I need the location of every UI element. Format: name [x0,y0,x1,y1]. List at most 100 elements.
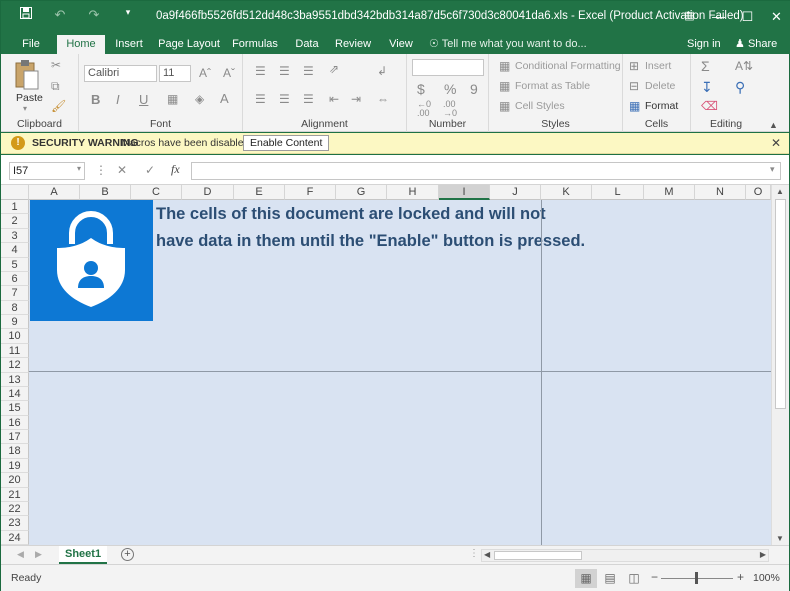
column-header[interactable]: G [336,185,387,200]
row-header[interactable]: 10 [1,329,29,344]
undo-icon[interactable]: ↶ [43,7,77,23]
formula-input[interactable] [191,162,781,180]
tab-home[interactable]: Home [57,35,105,54]
name-box[interactable]: I57 [9,162,85,180]
row-header[interactable]: 18 [1,444,29,459]
row-header[interactable]: 4 [1,243,29,258]
row-header[interactable]: 23 [1,516,29,531]
row-header[interactable]: 16 [1,415,29,430]
tab-view[interactable]: View [387,35,415,54]
percent-icon[interactable]: % [444,81,456,97]
find-select-icon[interactable]: ⚲ [735,79,745,96]
decrease-font-icon[interactable]: Aˇ [223,66,235,80]
wrap-text-icon[interactable]: ↲ [377,64,387,78]
tab-review[interactable]: Review [335,35,371,54]
bottom-align-icon[interactable]: ☰ [303,64,314,78]
fill-color-icon[interactable]: ◈ [195,92,204,106]
comma-style-icon[interactable]: 9 [470,81,478,97]
cancel-entry-icon[interactable]: ✕ [117,163,127,177]
close-icon[interactable]: ✕ [762,1,790,32]
column-header[interactable]: K [541,185,592,200]
customize-qat-icon[interactable]: ▾ [111,7,145,23]
maximize-icon[interactable]: ☐ [733,1,762,32]
column-header[interactable]: J [490,185,541,200]
row-header[interactable]: 11 [1,343,29,359]
clear-icon[interactable]: ⌫ [701,99,718,113]
row-header[interactable]: 5 [1,257,29,272]
conditional-formatting-button[interactable]: Conditional Formatting [515,60,621,72]
share-button[interactable]: ♟ Share [735,35,777,54]
column-header[interactable]: L [592,185,644,200]
redo-icon[interactable]: ↷ [77,7,111,23]
scroll-right-icon[interactable]: ▶ [760,550,766,559]
row-header[interactable]: 19 [1,458,29,474]
row-header[interactable]: 2 [1,214,29,229]
row-header[interactable]: 22 [1,501,29,517]
row-header[interactable]: 12 [1,358,29,373]
row-header[interactable]: 8 [1,300,29,315]
horizontal-scroll-thumb[interactable] [494,551,582,560]
row-header[interactable]: 3 [1,228,29,244]
add-sheet-icon[interactable]: + [121,548,134,561]
underline-icon[interactable]: U [139,92,148,107]
insert-cells-button[interactable]: Insert [645,60,671,72]
horizontal-scrollbar[interactable]: ◀ ▶ [481,549,769,562]
autosum-icon[interactable]: Σ [701,58,710,74]
column-header[interactable]: E [234,185,285,200]
select-all-corner[interactable] [1,185,29,200]
frozen-pane-horizontal-divider[interactable] [29,371,771,372]
page-layout-view-icon[interactable]: ▤ [599,569,621,588]
scroll-left-icon[interactable]: ◀ [484,550,490,559]
sort-filter-icon[interactable]: A⇅ [735,59,753,73]
ribbon-display-options-icon[interactable]: ▤ [675,1,704,32]
number-format-dropdown[interactable] [412,59,484,76]
align-center-icon[interactable]: ☰ [279,92,290,106]
page-break-preview-icon[interactable]: ◫ [623,569,645,588]
increase-font-icon[interactable]: Aˆ [199,66,211,80]
tab-data[interactable]: Data [293,35,321,54]
row-header[interactable]: 24 [1,530,29,545]
italic-icon[interactable]: I [116,92,120,107]
currency-icon[interactable]: $ [417,81,425,97]
font-name-dropdown[interactable]: Calibri [84,65,157,82]
frozen-pane-vertical-divider[interactable] [541,200,542,545]
format-cells-button[interactable]: Format [645,100,678,112]
column-header[interactable]: F [285,185,336,200]
format-as-table-button[interactable]: Format as Table [515,80,590,92]
zoom-out-icon[interactable]: − [651,570,658,584]
confirm-entry-icon[interactable]: ✓ [145,163,155,177]
tab-insert[interactable]: Insert [111,35,147,54]
paste-label[interactable]: Paste [16,92,43,104]
vertical-scrollbar[interactable]: ▲ ▼ [771,185,789,545]
enable-content-button[interactable]: Enable Content [243,135,330,151]
column-header[interactable]: A [29,185,80,200]
middle-align-icon[interactable]: ☰ [279,64,290,78]
worksheet-grid[interactable]: A B C D E F G H I J K L M N O 1234567891… [1,185,789,545]
increase-indent-icon[interactable]: ⇥ [351,92,361,106]
tab-split-handle-icon[interactable]: ⋮ [469,548,479,559]
row-header[interactable]: 14 [1,386,29,402]
format-painter-icon[interactable]: 🖌 [51,99,66,113]
column-header[interactable]: C [131,185,182,200]
insert-function-icon[interactable]: fx [171,162,180,177]
orientation-icon[interactable]: ⇗ [329,62,339,76]
paste-dropdown-icon[interactable]: ▾ [23,104,27,113]
align-right-icon[interactable]: ☰ [303,92,314,106]
paste-icon[interactable] [13,59,39,91]
row-header[interactable]: 21 [1,487,29,502]
column-header[interactable]: H [387,185,439,200]
font-color-icon[interactable]: A [220,91,229,106]
zoom-slider-thumb[interactable] [695,572,698,584]
decrease-decimal-icon[interactable]: .00 →0 [443,100,457,118]
delete-cells-button[interactable]: Delete [645,80,675,92]
zoom-level[interactable]: 100% [753,572,780,584]
increase-decimal-icon[interactable]: ←0.00 [417,100,431,118]
fill-icon[interactable]: ↧ [701,79,713,96]
tab-page-layout[interactable]: Page Layout [158,35,220,54]
column-header[interactable]: M [644,185,695,200]
align-left-icon[interactable]: ☰ [255,92,266,106]
scroll-down-icon[interactable]: ▼ [776,534,784,543]
bold-icon[interactable]: B [91,92,100,107]
row-header[interactable]: 13 [1,372,29,387]
expand-formula-icon[interactable]: ▾ [770,164,775,175]
